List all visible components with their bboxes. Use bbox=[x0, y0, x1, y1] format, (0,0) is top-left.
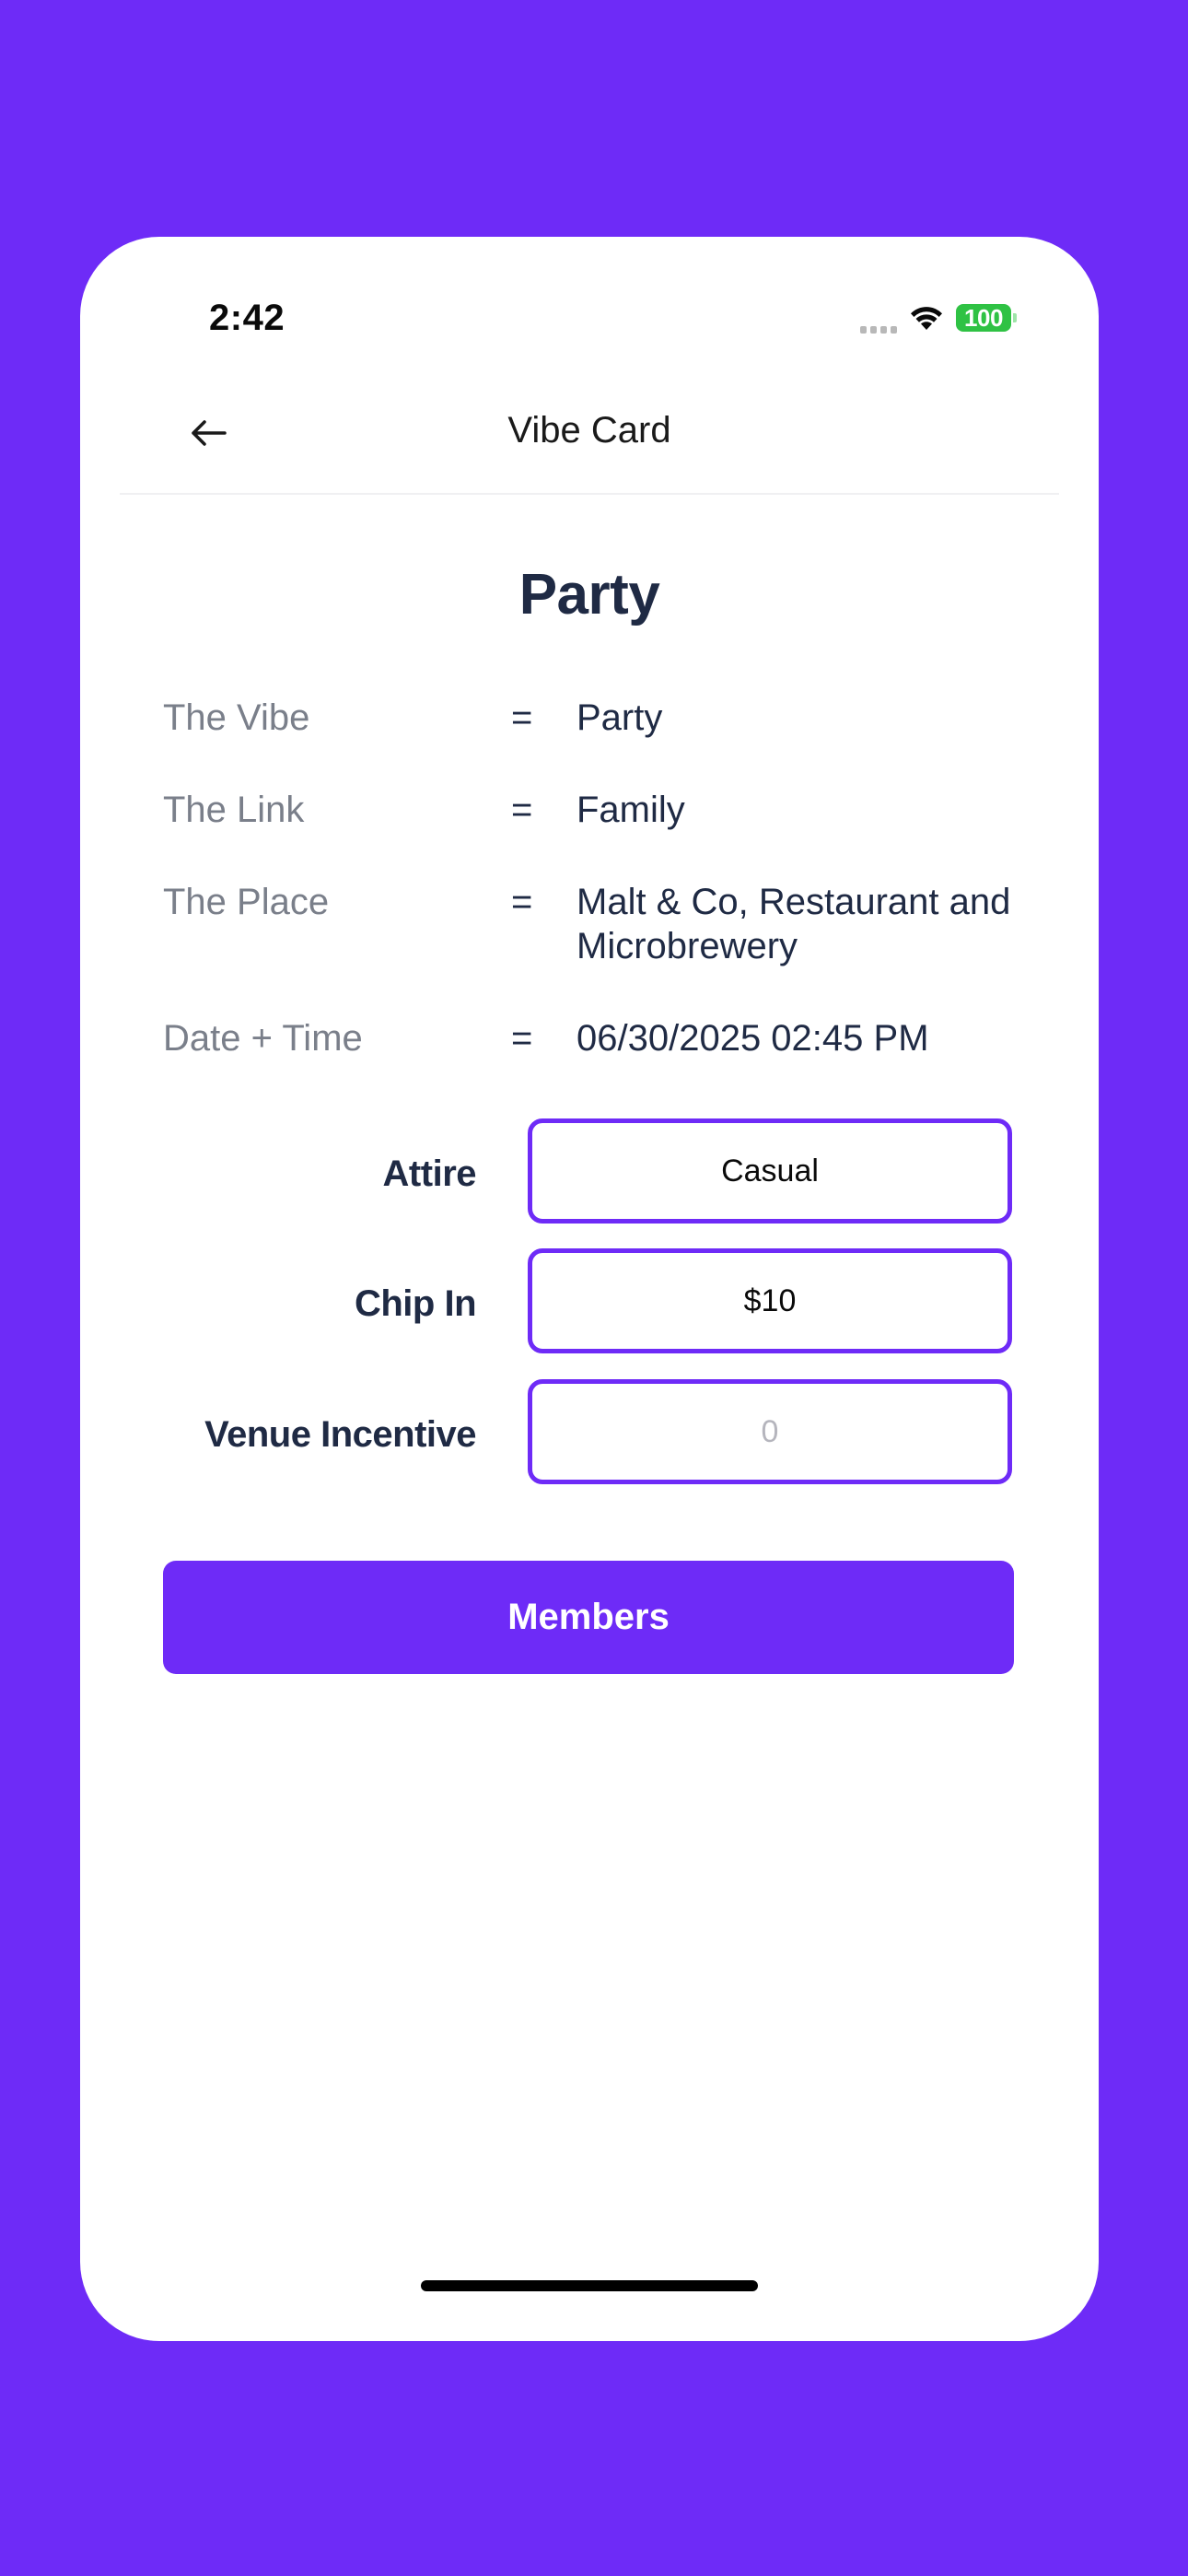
cellular-signal-icon bbox=[860, 300, 897, 335]
venue-incentive-field[interactable]: 0 bbox=[528, 1379, 1012, 1484]
page-title: Party bbox=[518, 563, 660, 626]
detail-equals: = bbox=[511, 1018, 533, 1059]
detail-equals: = bbox=[511, 697, 533, 738]
venue-incentive-label: Venue Incentive bbox=[204, 1414, 476, 1455]
members-button[interactable]: Members bbox=[163, 1561, 1014, 1674]
header-divider bbox=[120, 493, 1059, 495]
attire-label: Attire bbox=[382, 1153, 477, 1194]
detail-equals: = bbox=[511, 790, 533, 830]
chip-in-field[interactable]: $10 bbox=[528, 1248, 1012, 1353]
attire-field[interactable]: Casual bbox=[528, 1118, 1012, 1224]
detail-label: The Place bbox=[163, 882, 330, 922]
status-time: 2:42 bbox=[209, 298, 285, 338]
nav-title: Vibe Card bbox=[507, 410, 671, 451]
battery-icon: 100 bbox=[956, 304, 1017, 332]
detail-value: Party bbox=[577, 697, 663, 738]
detail-value: Malt & Co, Restaurant and Microbrewery bbox=[577, 882, 1011, 966]
phone-screen: 2:42 100 Vibe Card Party The Vibe = Part… bbox=[80, 237, 1099, 2341]
wifi-icon bbox=[911, 307, 942, 330]
detail-equals: = bbox=[511, 882, 533, 922]
detail-label: Date + Time bbox=[163, 1018, 363, 1059]
home-indicator[interactable] bbox=[421, 2280, 758, 2291]
detail-value: 06/30/2025 02:45 PM bbox=[577, 1018, 929, 1059]
detail-label: The Vibe bbox=[163, 697, 310, 738]
status-icons: 100 bbox=[860, 300, 1017, 335]
chip-in-label: Chip In bbox=[354, 1283, 477, 1324]
detail-label: The Link bbox=[163, 790, 305, 830]
detail-value: Family bbox=[577, 790, 685, 830]
